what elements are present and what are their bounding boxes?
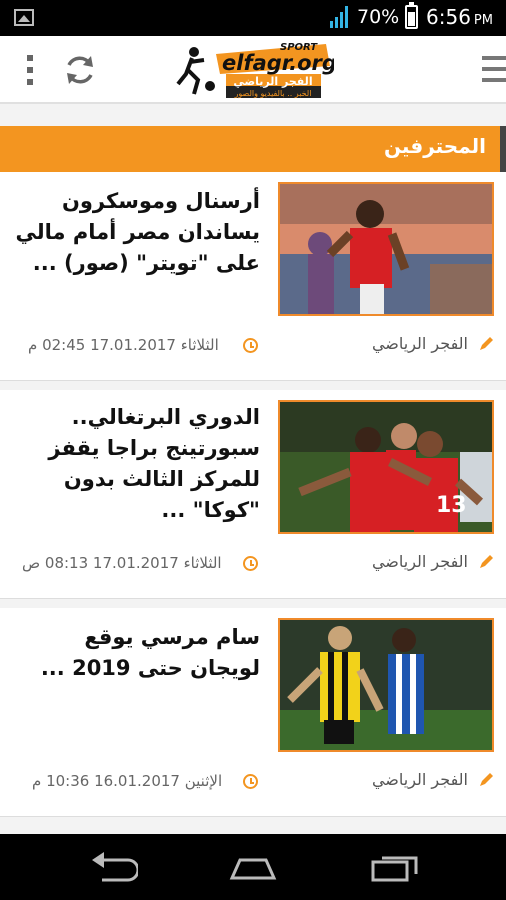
article-headline[interactable]: الدوري البرتغالي.. سبورتينج براجا يقفز ل… (14, 402, 260, 526)
home-icon[interactable] (226, 852, 280, 882)
article-date: الثلاثاء 17.01.2017 02:45 م (28, 336, 219, 354)
article-card[interactable]: 13 الدوري البرتغالي.. سبورتينج براجا يقف… (0, 390, 506, 598)
more-options-icon[interactable] (24, 53, 36, 87)
divider (0, 816, 506, 817)
article-source: الفجر الرياضي (371, 552, 468, 571)
app-bar: SPORT elfagr.org الفجر الرياضي الخبر .. … (0, 36, 506, 104)
article-source: الفجر الرياضي (371, 334, 468, 353)
article-headline[interactable]: أرسنال وموسكرون يساندان مصر أمام مالي عل… (14, 186, 260, 279)
article-thumbnail[interactable]: 13 (278, 400, 494, 534)
clock-ampm: PM (473, 13, 493, 28)
signal-icon (330, 6, 348, 28)
clock-time: 6:56 (426, 5, 471, 29)
system-nav-bar (0, 834, 506, 900)
clock-icon (243, 774, 258, 789)
status-bar: 70% 6:56 PM (0, 0, 506, 36)
menu-icon[interactable] (482, 54, 506, 86)
article-thumbnail[interactable] (278, 182, 494, 316)
article-source: الفجر الرياضي (371, 770, 468, 789)
clock-icon (243, 338, 258, 353)
refresh-icon[interactable] (62, 52, 98, 88)
article-date: الثلاثاء 17.01.2017 08:13 ص (22, 554, 222, 572)
section-header-accent (500, 126, 506, 172)
battery-percent: 70% (357, 6, 400, 28)
pencil-icon (480, 555, 493, 568)
divider (0, 598, 506, 599)
article-headline[interactable]: سام مرسي يوقع لويجان حتى 2019 ... (14, 622, 260, 684)
pencil-icon (480, 773, 493, 786)
logo-tagline: الخبر .. بالفيديو والصور (234, 89, 312, 98)
clock: 6:56 PM (426, 5, 493, 29)
article-date: الإثنين 16.01.2017 10:36 م (32, 772, 223, 790)
article-card[interactable]: أرسنال وموسكرون يساندان مصر أمام مالي عل… (0, 172, 506, 380)
article-thumbnail[interactable] (278, 618, 494, 752)
logo-arabic: الفجر الرياضي (233, 75, 312, 88)
svg-text:13: 13 (436, 493, 467, 518)
battery-icon (405, 2, 418, 29)
divider (0, 380, 506, 381)
logo-text: elfagr.org (222, 51, 334, 75)
clock-icon (243, 556, 258, 571)
pencil-icon (480, 337, 493, 350)
recent-apps-icon[interactable] (370, 852, 420, 882)
site-logo[interactable]: SPORT elfagr.org الفجر الرياضي الخبر .. … (176, 40, 337, 100)
article-card[interactable]: سام مرسي يوقع لويجان حتى 2019 ... الإثني… (0, 608, 506, 816)
back-icon[interactable] (88, 852, 138, 882)
section-title: المحترفين (383, 134, 486, 158)
image-notification-icon (14, 9, 34, 26)
section-header: المحترفين (0, 126, 506, 172)
